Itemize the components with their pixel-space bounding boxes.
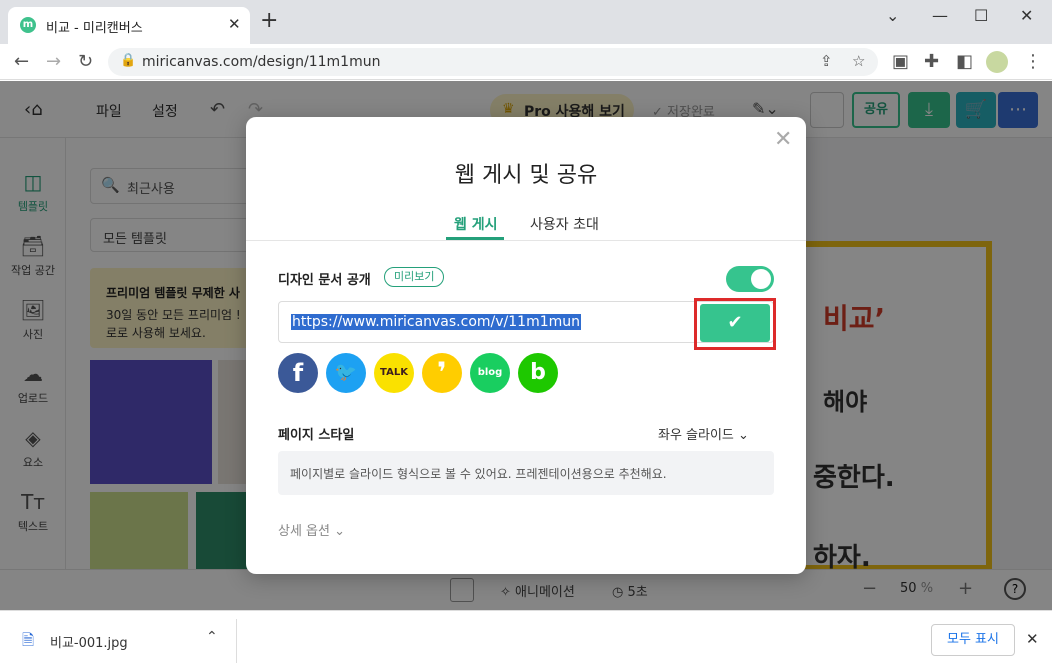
facebook-icon[interactable]: f: [278, 353, 318, 393]
forward-icon[interactable]: →: [46, 51, 61, 72]
detail-options-label: 상세 옵션: [278, 524, 330, 539]
share-page-icon[interactable]: ⇪: [820, 52, 833, 70]
page-style-value: 좌우 슬라이드: [658, 428, 734, 443]
tab-divider: [246, 240, 806, 241]
page-style-description-box: 페이지별로 슬라이드 형식으로 볼 수 있어요. 프레젠테이션용으로 추천해요.: [278, 451, 774, 495]
detail-options-toggle[interactable]: 상세 옵션 ⌄: [278, 520, 345, 539]
publish-label: 디자인 문서 공개: [278, 273, 371, 288]
maximize-icon[interactable]: ☐: [974, 6, 988, 25]
page-style-description: 페이지별로 슬라이드 형식으로 볼 수 있어요. 프레젠테이션용으로 추천해요.: [290, 467, 667, 481]
close-icon[interactable]: ✕: [774, 127, 792, 152]
chevron-down-icon: ⌄: [334, 524, 346, 539]
browser-tab[interactable]: m 비교 - 미리캔버스 ✕: [8, 7, 250, 44]
publish-share-modal: ✕ 웹 게시 및 공유 웹 게시 사용자 초대 디자인 문서 공개 미리보기 h…: [246, 117, 806, 574]
modal-title: 웹 게시 및 공유: [454, 163, 598, 188]
reload-icon[interactable]: ↻: [78, 51, 93, 72]
check-icon: ✔: [727, 312, 743, 333]
media-icon[interactable]: ▣: [892, 51, 909, 72]
address-bar[interactable]: 🔒 miricanvas.com/design/11m1mun ⇪ ☆: [108, 48, 878, 76]
toggle-knob: [751, 269, 771, 289]
page-style-select[interactable]: 좌우 슬라이드 ⌄: [658, 424, 749, 443]
band-icon[interactable]: b: [518, 353, 558, 393]
kakaostory-icon[interactable]: ❜: [422, 353, 462, 393]
minimize-icon[interactable]: —: [932, 6, 948, 25]
tab-invite-users[interactable]: 사용자 초대: [530, 214, 599, 234]
download-file-name[interactable]: 비교-001.jpg: [50, 632, 128, 651]
kakaotalk-icon[interactable]: TALK: [374, 353, 414, 393]
naver-blog-icon[interactable]: blog: [470, 353, 510, 393]
tab-title: 비교 - 미리캔버스: [46, 21, 143, 36]
back-icon[interactable]: ←: [14, 51, 29, 72]
tab-web-publish[interactable]: 웹 게시: [454, 214, 498, 234]
new-tab-icon[interactable]: +: [260, 10, 278, 32]
miricanvas-favicon-icon: m: [20, 17, 36, 33]
download-separator: [236, 619, 237, 663]
profile-avatar[interactable]: [986, 51, 1008, 73]
sidebar-icon[interactable]: ◧: [956, 51, 973, 72]
tab-search-icon[interactable]: ⌄: [886, 6, 899, 25]
bookmark-star-icon[interactable]: ☆: [852, 52, 865, 70]
browser-tab-bar: m 비교 - 미리캔버스 ✕ + ⌄ — ☐ ✕: [0, 0, 1052, 44]
lock-icon: 🔒: [120, 53, 137, 68]
tab-close-icon[interactable]: ✕: [228, 15, 241, 33]
download-bar: 🗎 비교-001.jpg ⌃ 모두 표시 ✕: [0, 610, 1052, 669]
publish-toggle[interactable]: [726, 266, 774, 292]
preview-button[interactable]: 미리보기: [384, 267, 445, 287]
browser-toolbar: ← → ↻ 🔒 miricanvas.com/design/11m1mun ⇪ …: [0, 44, 1052, 80]
extensions-icon[interactable]: ✚: [924, 51, 939, 72]
twitter-icon[interactable]: 🐦: [326, 353, 366, 393]
copy-confirm-button[interactable]: ✔: [700, 304, 770, 342]
show-all-button[interactable]: 모두 표시: [931, 624, 1015, 656]
image-file-icon: 🗎: [22, 631, 35, 649]
share-url-text[interactable]: https://www.miricanvas.com/v/11m1mun: [291, 314, 581, 330]
more-menu-icon[interactable]: ⋮: [1024, 51, 1042, 72]
chevron-down-icon: ⌄: [738, 428, 749, 443]
close-download-bar-icon[interactable]: ✕: [1026, 630, 1039, 648]
url-text[interactable]: miricanvas.com/design/11m1mun: [142, 54, 380, 70]
close-window-icon[interactable]: ✕: [1020, 6, 1033, 25]
page-style-label: 페이지 스타일: [278, 428, 355, 443]
chevron-up-icon[interactable]: ⌃: [206, 629, 218, 645]
